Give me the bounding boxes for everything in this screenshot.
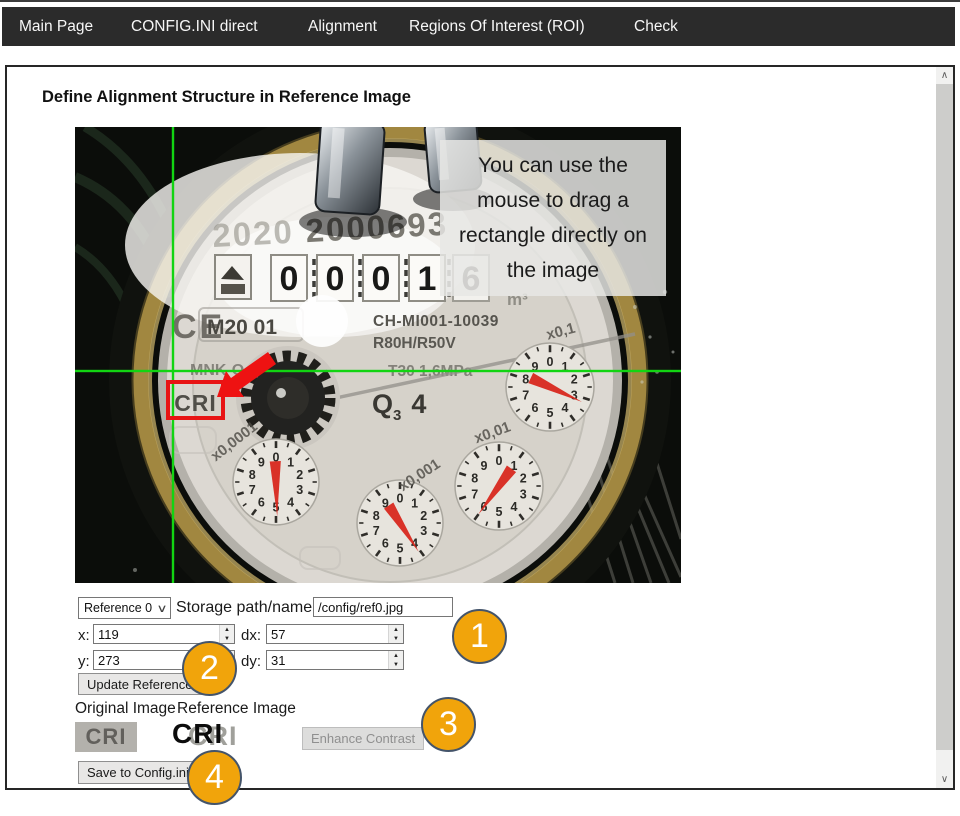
y-label: y: [78,653,90,670]
svg-text:8: 8 [522,373,529,387]
dx-label: dx: [241,627,261,644]
svg-text:4: 4 [287,496,294,510]
model-code: CH-MI001-10039 [373,313,499,330]
x-label: x: [78,627,90,644]
svg-text:0: 0 [496,454,503,468]
svg-text:6: 6 [382,537,389,551]
nav-item-config-ini[interactable]: CONFIG.INI direct [131,7,258,46]
svg-text:2: 2 [420,509,427,523]
svg-text:5: 5 [547,406,554,420]
svg-text:7: 7 [522,388,529,402]
step-annotation-4: 4 [187,750,242,805]
svg-text:3: 3 [571,388,578,402]
svg-text:4: 4 [511,500,518,514]
scrollbar-thumb[interactable] [936,84,953,750]
svg-text:7: 7 [373,524,380,538]
storage-path-label: Storage path/name: [176,599,317,617]
ratio-code: R80H/R50V [373,335,456,352]
svg-text:3: 3 [420,524,427,538]
x-spin-up-icon[interactable]: ▲ [219,625,234,634]
svg-text:0: 0 [372,260,391,298]
svg-text:M20 01: M20 01 [207,316,277,339]
svg-text:1: 1 [287,455,294,469]
scroll-up-icon[interactable]: ∧ [936,67,953,84]
save-to-config-button[interactable]: Save to Config.ini [78,761,198,784]
vertical-scrollbar[interactable]: ∧ ∨ [936,67,953,788]
svg-text:9: 9 [481,459,488,473]
svg-text:2: 2 [296,468,303,482]
cri-reference-crop: CRI CRI [172,716,246,754]
svg-text:9: 9 [258,455,265,469]
dx-spin-up-icon[interactable]: ▲ [388,625,403,634]
svg-text:0: 0 [547,355,554,369]
nav-item-check[interactable]: Check [634,7,678,46]
svg-text:8: 8 [373,509,380,523]
crosshair-vertical-line [172,127,174,583]
svg-text:0: 0 [397,492,404,506]
svg-text:3: 3 [296,483,303,497]
step-annotation-1: 1 [452,609,507,664]
dy-spin-up-icon[interactable]: ▲ [388,651,403,660]
dy-spinner: ▲ ▼ [388,651,403,669]
cri-main-text: CRI [172,718,223,750]
dy-label: dy: [241,653,261,670]
svg-text:6: 6 [258,496,265,510]
dx-spinner: ▲ ▼ [388,625,403,643]
svg-text:7: 7 [471,487,478,501]
step-annotation-2: 2 [182,641,237,696]
dy-input[interactable] [266,650,404,670]
svg-text:3: 3 [520,487,527,501]
crosshair-horizontal-line [75,370,681,372]
drag-hint-overlay: You can use the mouse to drag a rectangl… [440,140,666,296]
chevron-down-icon: ∨ [156,602,167,615]
dy-spin-down-icon[interactable]: ▼ [388,660,403,669]
window-top-edge [0,0,960,2]
svg-text:0: 0 [280,260,299,298]
svg-text:1: 1 [411,496,418,510]
x-spin-down-icon[interactable]: ▼ [219,634,234,643]
alignment-page: Main Page CONFIG.INI direct Alignment Re… [0,0,960,816]
svg-text:2: 2 [571,373,578,387]
nav-item-alignment[interactable]: Alignment [308,7,377,46]
nav-bar: Main Page CONFIG.INI direct Alignment Re… [2,7,955,46]
glare-spot [296,295,348,347]
nav-item-main-page[interactable]: Main Page [19,7,93,46]
storage-path-input[interactable] [313,597,453,617]
svg-text:6: 6 [532,401,539,415]
dx-spin-down-icon[interactable]: ▼ [388,634,403,643]
nav-item-roi[interactable]: Regions Of Interest (ROI) [409,7,585,46]
dx-input[interactable] [266,624,404,644]
svg-text:8: 8 [471,472,478,486]
svg-text:4: 4 [562,401,569,415]
reference-image-canvas[interactable]: 20202000693 0 0 0 1 6 [75,127,681,583]
svg-text:0: 0 [326,260,345,298]
svg-text:5: 5 [397,541,404,555]
original-image-label: Original Image [75,700,176,718]
svg-text:1: 1 [418,260,437,298]
enhance-contrast-button[interactable]: Enhance Contrast [302,727,424,750]
cri-original-crop: CRI [75,722,137,752]
svg-text:7: 7 [249,483,256,497]
svg-text:8: 8 [249,468,256,482]
x-spinner: ▲ ▼ [219,625,234,643]
step-annotation-3: 3 [421,697,476,752]
reference-select-value: Reference 0 [84,601,152,615]
page-title: Define Alignment Structure in Reference … [42,88,411,107]
svg-text:5: 5 [496,505,503,519]
reference-select[interactable]: Reference 0 ∨ [78,597,171,619]
scroll-down-icon[interactable]: ∨ [936,771,953,788]
cri-print: CRI [174,390,217,416]
svg-text:2: 2 [520,472,527,486]
